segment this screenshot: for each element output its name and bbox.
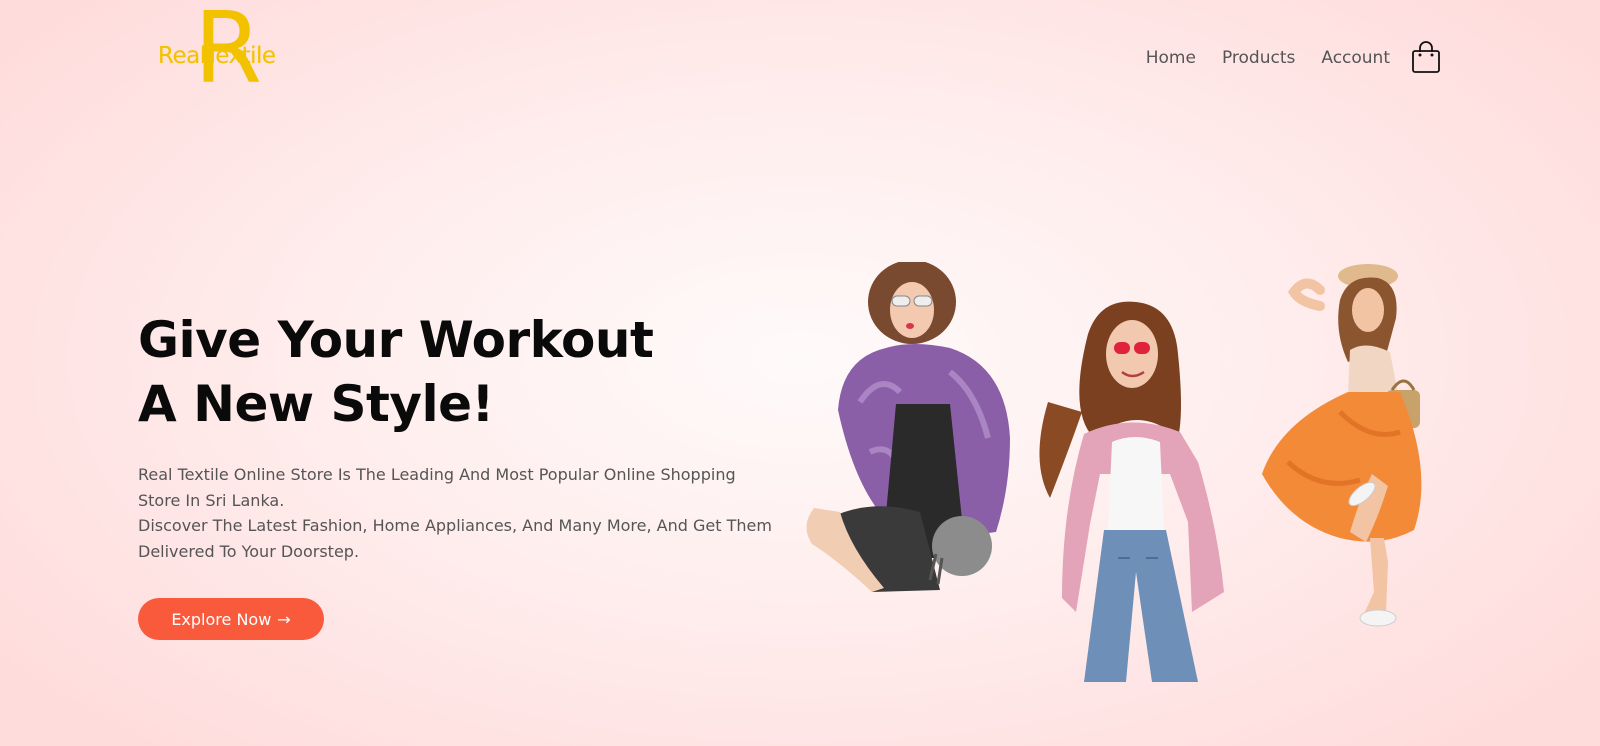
logo-wordmark: RealTextile [158, 43, 276, 69]
hero-description: Real Textile Online Store Is The Leading… [138, 462, 818, 564]
main-nav: Home Products Account [1146, 48, 1390, 68]
model-orange-skirt [1262, 264, 1422, 627]
hero-title: Give Your Workout A New Style! [138, 308, 654, 436]
hero-desc-line: Store In Sri Lanka. [138, 490, 285, 510]
hero-desc-line: Discover The Latest Fashion, Home Applia… [138, 516, 772, 535]
hero-title-line: Give Your Workout [138, 311, 654, 369]
brand-logo[interactable]: R RealTextile [152, 0, 302, 102]
model-purple-coat [806, 262, 1010, 592]
model-pink-blazer [1039, 301, 1224, 682]
fashion-models-image [806, 262, 1422, 682]
nav-products-link[interactable]: Products [1222, 48, 1295, 68]
arrow-right-icon: → [277, 609, 291, 629]
hero-desc-line: Delivered To Your Doorstep. [138, 541, 360, 561]
explore-now-label: Explore Now [171, 609, 272, 629]
hero-title-line: A New Style! [138, 375, 494, 433]
nav-home-link[interactable]: Home [1146, 48, 1196, 68]
explore-now-button[interactable]: Explore Now → [138, 598, 324, 640]
nav-account-link[interactable]: Account [1321, 48, 1390, 68]
hero-desc-line: Real Textile Online Store Is The Leading… [138, 465, 736, 484]
cart-button[interactable] [1411, 40, 1441, 74]
shopping-bag-icon [1412, 41, 1440, 73]
